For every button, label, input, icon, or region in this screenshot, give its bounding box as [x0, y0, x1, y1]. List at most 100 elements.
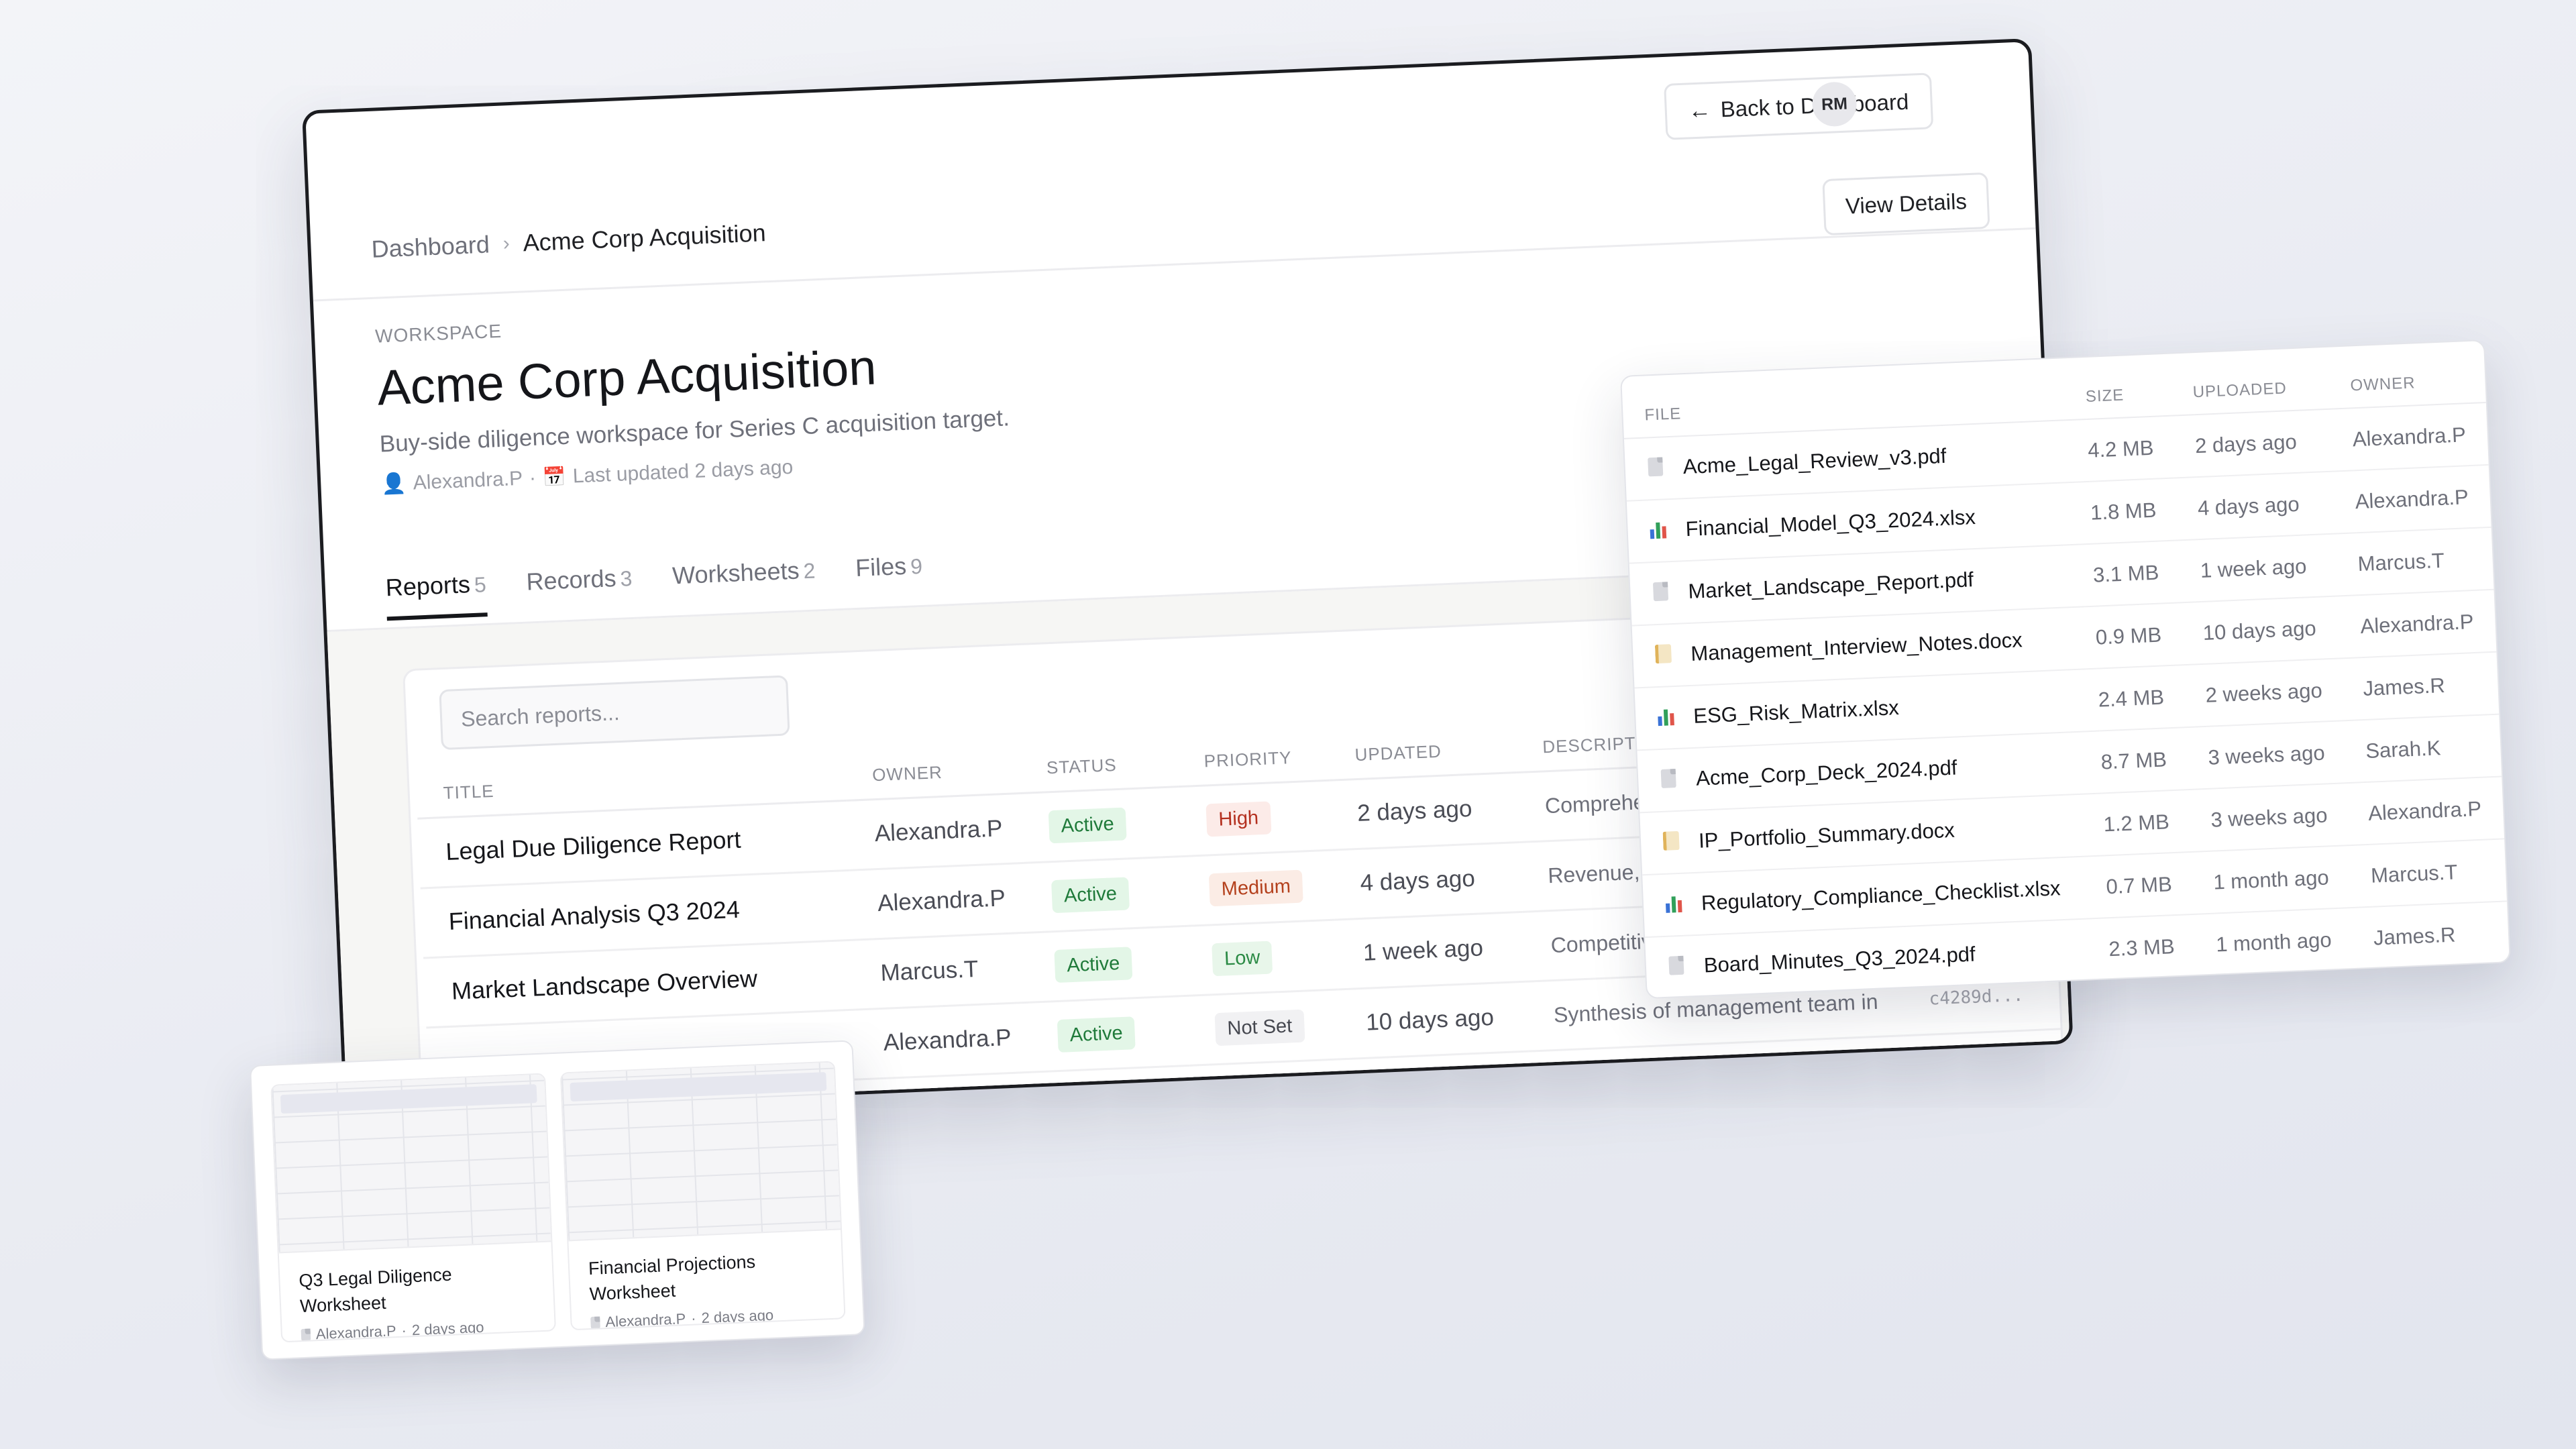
file-uploaded: 1 week ago — [2198, 533, 2359, 602]
file-name: Board_Minutes_Q3_2024.pdf — [1703, 942, 1976, 977]
file-size: 0.9 MB — [2094, 601, 2204, 669]
file-uploaded: 3 weeks ago — [2209, 782, 2370, 851]
file-name: Acme_Legal_Review_v3.pdf — [1682, 443, 1947, 479]
status-cell: Active — [1023, 856, 1185, 932]
file-size: 1.2 MB — [2102, 788, 2212, 856]
status-badge: Active — [1048, 807, 1127, 843]
report-updated: 1 week ago — [1334, 911, 1525, 989]
status-cell: Active — [1020, 786, 1181, 863]
report-updated: 10 days ago — [1338, 981, 1529, 1059]
file-owner: James.R — [2361, 651, 2500, 720]
priority-badge: Low — [1217, 1079, 1279, 1116]
column-status[interactable]: STATUS — [1018, 739, 1179, 794]
pdf-icon — [1645, 457, 1666, 481]
arrow-left-icon: ← — [1688, 97, 1712, 123]
file-name: Management_Interview_Notes.docx — [1690, 628, 2023, 665]
worksheet-owner: Alexandra.P — [604, 1309, 686, 1330]
tab-records-label: Records — [525, 564, 617, 596]
status-badge: Archived — [1060, 1085, 1161, 1116]
file-uploaded: 3 weeks ago — [2206, 719, 2367, 789]
user-icon: 👤 — [380, 472, 407, 496]
file-uploaded: 10 days ago — [2201, 595, 2362, 664]
tab-records[interactable]: Records 3 — [526, 564, 634, 615]
search-reports-input[interactable] — [439, 675, 790, 751]
worksheet-meta-separator: · — [690, 1309, 697, 1327]
report-id: c4289d... — [1903, 1028, 2066, 1106]
column-priority[interactable]: PRIORITY — [1176, 733, 1330, 787]
workspace-updated: Last updated 2 days ago — [572, 455, 794, 488]
file-size: 1.8 MB — [2089, 477, 2199, 544]
document-icon — [1661, 831, 1682, 855]
pdf-icon — [1666, 955, 1686, 980]
column-owner[interactable]: OWNER — [844, 746, 1021, 800]
report-owner: Alexandra.P — [855, 1002, 1032, 1079]
column-updated[interactable]: UPDATED — [1327, 725, 1517, 780]
file-size: 0.7 MB — [2104, 851, 2215, 918]
tab-reports[interactable]: Reports 5 — [385, 570, 488, 621]
tab-files[interactable]: Files 9 — [855, 551, 924, 601]
file-owner: Alexandra.P — [2351, 402, 2489, 471]
worksheet-updated: 2 days ago — [411, 1318, 484, 1338]
worksheet-card[interactable]: Q3 Legal Diligence Worksheet Alexandra.P… — [270, 1073, 556, 1343]
file-owner: Sarah.K — [2364, 714, 2502, 782]
tab-reports-label: Reports — [385, 570, 471, 602]
spreadsheet-icon — [1648, 519, 1668, 543]
status-badge: Active — [1054, 946, 1133, 983]
report-owner: Alexandra.P — [849, 862, 1027, 940]
pdf-icon — [1658, 769, 1679, 793]
file-owner: Marcus.T — [2369, 839, 2507, 907]
file-uploaded: 2 weeks ago — [2204, 657, 2365, 727]
status-cell: Archived — [1032, 1065, 1193, 1116]
column-uploaded[interactable]: UPLOADED — [2191, 346, 2351, 415]
column-size[interactable]: SIZE — [2084, 353, 2194, 419]
top-bar: Dashboard › Acme Corp Acquisition ← Back… — [305, 42, 2036, 302]
file-icon — [590, 1316, 600, 1329]
file-uploaded: 1 month ago — [2212, 844, 2373, 914]
file-name: Financial_Model_Q3_2024.xlsx — [1684, 504, 1976, 541]
status-cell: Active — [1029, 995, 1190, 1072]
worksheet-card[interactable]: Financial Projections Worksheet Alexandr… — [559, 1061, 846, 1331]
tab-worksheets[interactable]: Worksheets 2 — [672, 556, 816, 609]
worksheet-meta-separator: · — [401, 1322, 407, 1339]
worksheet-title: Financial Projections Worksheet — [588, 1251, 756, 1304]
pdf-icon — [1650, 582, 1671, 606]
workspace-owner: Alexandra.P — [413, 467, 523, 494]
priority-badge: Medium — [1208, 869, 1303, 906]
priority-cell: High — [1178, 780, 1332, 857]
worksheets-panel: Q3 Legal Diligence Worksheet Alexandra.P… — [250, 1040, 865, 1360]
status-badge: Active — [1051, 876, 1130, 913]
file-size: 4.2 MB — [2086, 415, 2197, 482]
report-updated: 4 days ago — [1332, 841, 1523, 920]
priority-badge: Not Set — [1214, 1009, 1305, 1046]
priority-cell: Not Set — [1187, 989, 1341, 1065]
calendar-icon: 📅 — [542, 466, 567, 488]
file-name: Regulatory_Compliance_Checklist.xlsx — [1701, 876, 2061, 915]
tab-records-count: 3 — [619, 566, 633, 591]
worksheet-updated: 2 days ago — [701, 1306, 774, 1326]
file-owner: Alexandra.P — [2359, 589, 2497, 658]
report-owner: Alexandra.P — [846, 793, 1024, 870]
breadcrumb-dashboard-link[interactable]: Dashboard — [371, 230, 490, 263]
file-uploaded: 1 month ago — [2214, 906, 2375, 976]
report-updated: 2 days ago — [1329, 772, 1520, 850]
file-name: Acme_Corp_Deck_2024.pdf — [1695, 755, 1958, 790]
file-icon — [301, 1328, 311, 1341]
column-owner[interactable]: OWNER — [2349, 341, 2486, 409]
view-details-button[interactable]: View Details — [1822, 172, 1990, 236]
breadcrumb: Dashboard › Acme Corp Acquisition — [371, 219, 767, 264]
worksheet-owner: Alexandra.P — [315, 1322, 397, 1342]
files-table: FILE SIZE UPLOADED OWNER Acme_Legal_Revi… — [1621, 341, 2510, 1000]
tab-worksheets-count: 2 — [802, 558, 816, 584]
file-uploaded: 4 days ago — [2196, 470, 2357, 540]
back-to-dashboard-button[interactable]: ← Back to Dashboard — [1664, 72, 1933, 140]
status-cell: Active — [1026, 925, 1187, 1002]
file-name: IP_Portfolio_Summary.docx — [1698, 818, 1955, 853]
file-size: 2.3 MB — [2107, 913, 2218, 981]
report-updated: 3 weeks ago — [1340, 1051, 1532, 1116]
spreadsheet-icon — [1663, 894, 1684, 918]
priority-badge: Low — [1212, 941, 1273, 976]
status-badge: Active — [1057, 1016, 1136, 1053]
file-uploaded: 2 days ago — [2194, 408, 2354, 478]
priority-cell: Medium — [1181, 849, 1335, 926]
breadcrumb-separator: › — [502, 232, 511, 255]
